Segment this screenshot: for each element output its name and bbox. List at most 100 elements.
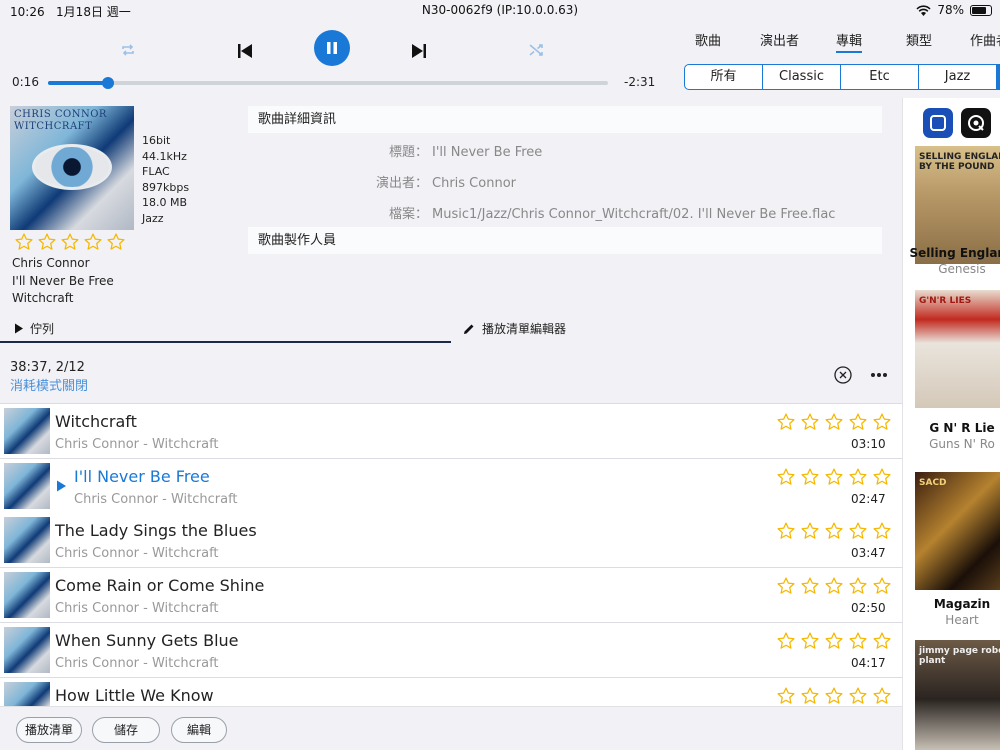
album-cover[interactable]: CHRIS CONNOR WITCHCRAFT [10, 106, 134, 230]
bit-depth: 16bit [142, 134, 171, 147]
track-row[interactable]: Witchcraft Chris Connor - Witchcraft 03:10 [0, 404, 902, 459]
star-icon[interactable] [800, 686, 820, 706]
battery-icon [970, 4, 992, 16]
detail-file-label: 檔案： [388, 207, 428, 222]
star-icon[interactable] [776, 467, 796, 487]
repeat-button[interactable] [118, 40, 138, 60]
star-icon[interactable] [872, 467, 892, 487]
star-icon[interactable] [824, 521, 844, 541]
star-icon[interactable] [776, 686, 796, 706]
previous-button[interactable] [234, 40, 256, 62]
star-icon[interactable] [60, 232, 80, 252]
album-cover-tile[interactable]: jimmy page robert plant [915, 640, 1000, 750]
shuffle-button[interactable] [526, 40, 546, 60]
search-button[interactable] [961, 108, 991, 138]
star-icon[interactable] [800, 412, 820, 432]
pause-button[interactable] [314, 30, 350, 66]
star-icon[interactable] [872, 686, 892, 706]
star-icon[interactable] [848, 686, 868, 706]
progress-fill [48, 81, 108, 85]
nav-tab-albums[interactable]: 專輯 [836, 30, 863, 53]
pencil-icon [464, 324, 474, 334]
track-thumbnail [4, 408, 50, 454]
track-row[interactable]: When Sunny Gets Blue Chris Connor - Witch… [0, 622, 902, 678]
filter-classic[interactable]: Classic [763, 65, 841, 89]
star-icon[interactable] [824, 576, 844, 596]
star-icon[interactable] [848, 521, 868, 541]
album-cover-tile[interactable]: G'N'R LIES [915, 290, 1000, 408]
star-icon[interactable] [83, 232, 103, 252]
album-cover-text: jimmy page robert plant [919, 646, 1000, 666]
track-rating[interactable] [776, 467, 892, 487]
consume-mode[interactable]: 消耗模式關閉 [10, 377, 88, 396]
track-title: When Sunny Gets Blue [55, 630, 239, 650]
star-icon[interactable] [824, 686, 844, 706]
star-icon[interactable] [848, 412, 868, 432]
star-icon[interactable] [800, 467, 820, 487]
tab-playlist-editor[interactable]: 播放清單編輯器 [462, 320, 566, 337]
track-row[interactable]: The Lady Sings the Blues Chris Connor - W… [0, 513, 902, 569]
star-icon[interactable] [776, 576, 796, 596]
filter-etc[interactable]: Etc [841, 65, 919, 89]
album-cover-text: SACD [919, 478, 947, 488]
nav-tab-genres[interactable]: 類型 [906, 30, 932, 49]
progress-slider[interactable] [48, 77, 608, 89]
tab-queue[interactable]: 佇列 [14, 320, 54, 337]
nav-tab-composers[interactable]: 作曲者 [970, 30, 1000, 49]
filter-all[interactable]: 所有 [685, 65, 763, 89]
album-title[interactable]: G N' R Lie [907, 421, 1000, 435]
album-title[interactable]: Selling England [907, 246, 1000, 260]
star-icon[interactable] [824, 631, 844, 651]
file-size: 18.0 MB [142, 196, 188, 209]
cover-artist-text: CHRIS CONNOR [14, 109, 107, 120]
track-row[interactable]: Come Rain or Come Shine Chris Connor - Wi… [0, 568, 902, 624]
track-duration: 04:17 [851, 655, 886, 670]
clear-queue-icon[interactable] [834, 366, 852, 384]
next-button[interactable] [408, 40, 430, 62]
status-bar: 10:26 1月18日 週一 N30-0062f9 (IP:10.0.0.63)… [0, 0, 1000, 22]
track-rating[interactable] [776, 686, 892, 706]
star-icon[interactable] [776, 412, 796, 432]
star-icon[interactable] [800, 631, 820, 651]
star-icon[interactable] [776, 521, 796, 541]
star-icon[interactable] [872, 631, 892, 651]
nav-tab-songs[interactable]: 歌曲 [695, 30, 721, 49]
album-cover-tile[interactable]: SACD [915, 472, 1000, 590]
track-row[interactable]: How Little We Know [0, 677, 902, 706]
edit-button[interactable]: 編輯 [171, 717, 227, 743]
bottom-toolbar: 播放清單 儲存 編輯 [0, 706, 902, 750]
star-icon[interactable] [848, 576, 868, 596]
track-thumbnail [4, 462, 50, 509]
star-icon[interactable] [776, 631, 796, 651]
star-icon[interactable] [824, 467, 844, 487]
nav-tab-artists[interactable]: 演出者 [760, 30, 799, 49]
star-icon[interactable] [824, 412, 844, 432]
star-icon[interactable] [872, 412, 892, 432]
star-icon[interactable] [872, 576, 892, 596]
progress-knob[interactable] [101, 77, 114, 89]
album-title[interactable]: Magazin [907, 597, 1000, 611]
track-row[interactable]: I'll Never Be Free Chris Connor - Witchcr… [0, 458, 902, 514]
more-icon[interactable] [870, 372, 888, 378]
now-playing-album: Witchcraft [12, 291, 74, 305]
now-playing-rating[interactable] [14, 232, 126, 252]
save-button[interactable]: 儲存 [92, 717, 160, 743]
star-icon[interactable] [37, 232, 57, 252]
track-rating[interactable] [776, 521, 892, 541]
star-icon[interactable] [800, 521, 820, 541]
track-rating[interactable] [776, 631, 892, 651]
track-rating[interactable] [776, 412, 892, 432]
star-icon[interactable] [848, 631, 868, 651]
star-icon[interactable] [872, 521, 892, 541]
view-toggle-button[interactable] [923, 108, 953, 138]
star-icon[interactable] [106, 232, 126, 252]
star-icon[interactable] [848, 467, 868, 487]
star-icon[interactable] [800, 576, 820, 596]
album-cover-text: SELLING ENGLAND BY THE POUND [919, 152, 1000, 172]
library-nav: 歌曲 演出者 專輯 類型 作曲者 [680, 30, 1000, 54]
star-icon[interactable] [14, 232, 34, 252]
tab-queue-label: 佇列 [30, 322, 55, 336]
playlist-button[interactable]: 播放清單 [16, 717, 82, 743]
track-rating[interactable] [776, 576, 892, 596]
filter-jazz[interactable]: Jazz [919, 65, 997, 89]
